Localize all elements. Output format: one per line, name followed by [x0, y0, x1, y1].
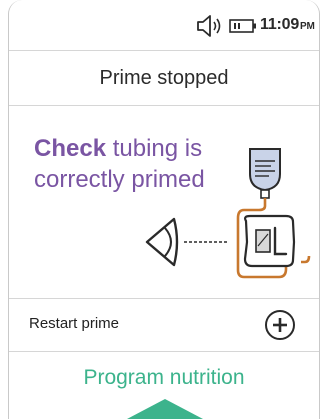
- restart-prime-label: Restart prime: [29, 315, 120, 332]
- eye-icon: [145, 217, 179, 267]
- plus-circle-icon[interactable]: [264, 309, 296, 341]
- device-screen: 11:09PM Prime stopped Check tubing is co…: [8, 0, 320, 419]
- up-arrow-icon[interactable]: [121, 397, 209, 419]
- status-time-value: 11:09: [260, 16, 300, 33]
- status-time-suffix: PM: [300, 21, 315, 32]
- status-bar: 11:09PM: [9, 0, 319, 51]
- screen-header: Prime stopped: [9, 51, 319, 106]
- speaker-icon: [197, 15, 221, 37]
- restart-prime-row[interactable]: Restart prime: [9, 299, 319, 351]
- battery-icon: [229, 19, 256, 33]
- program-nutrition-label: Program nutrition: [83, 366, 245, 389]
- program-nutrition-button[interactable]: Program nutrition: [9, 360, 319, 396]
- status-time: 11:09PM: [260, 16, 315, 34]
- iv-bag-icon: [249, 148, 281, 199]
- divider: [9, 351, 319, 352]
- tubing-check-illustration: [145, 148, 311, 279]
- instruction-emphasis: Check: [34, 135, 107, 162]
- pump-cassette-icon: [243, 214, 296, 268]
- tubing-outlet: [301, 255, 311, 264]
- page-title: Prime stopped: [99, 66, 229, 89]
